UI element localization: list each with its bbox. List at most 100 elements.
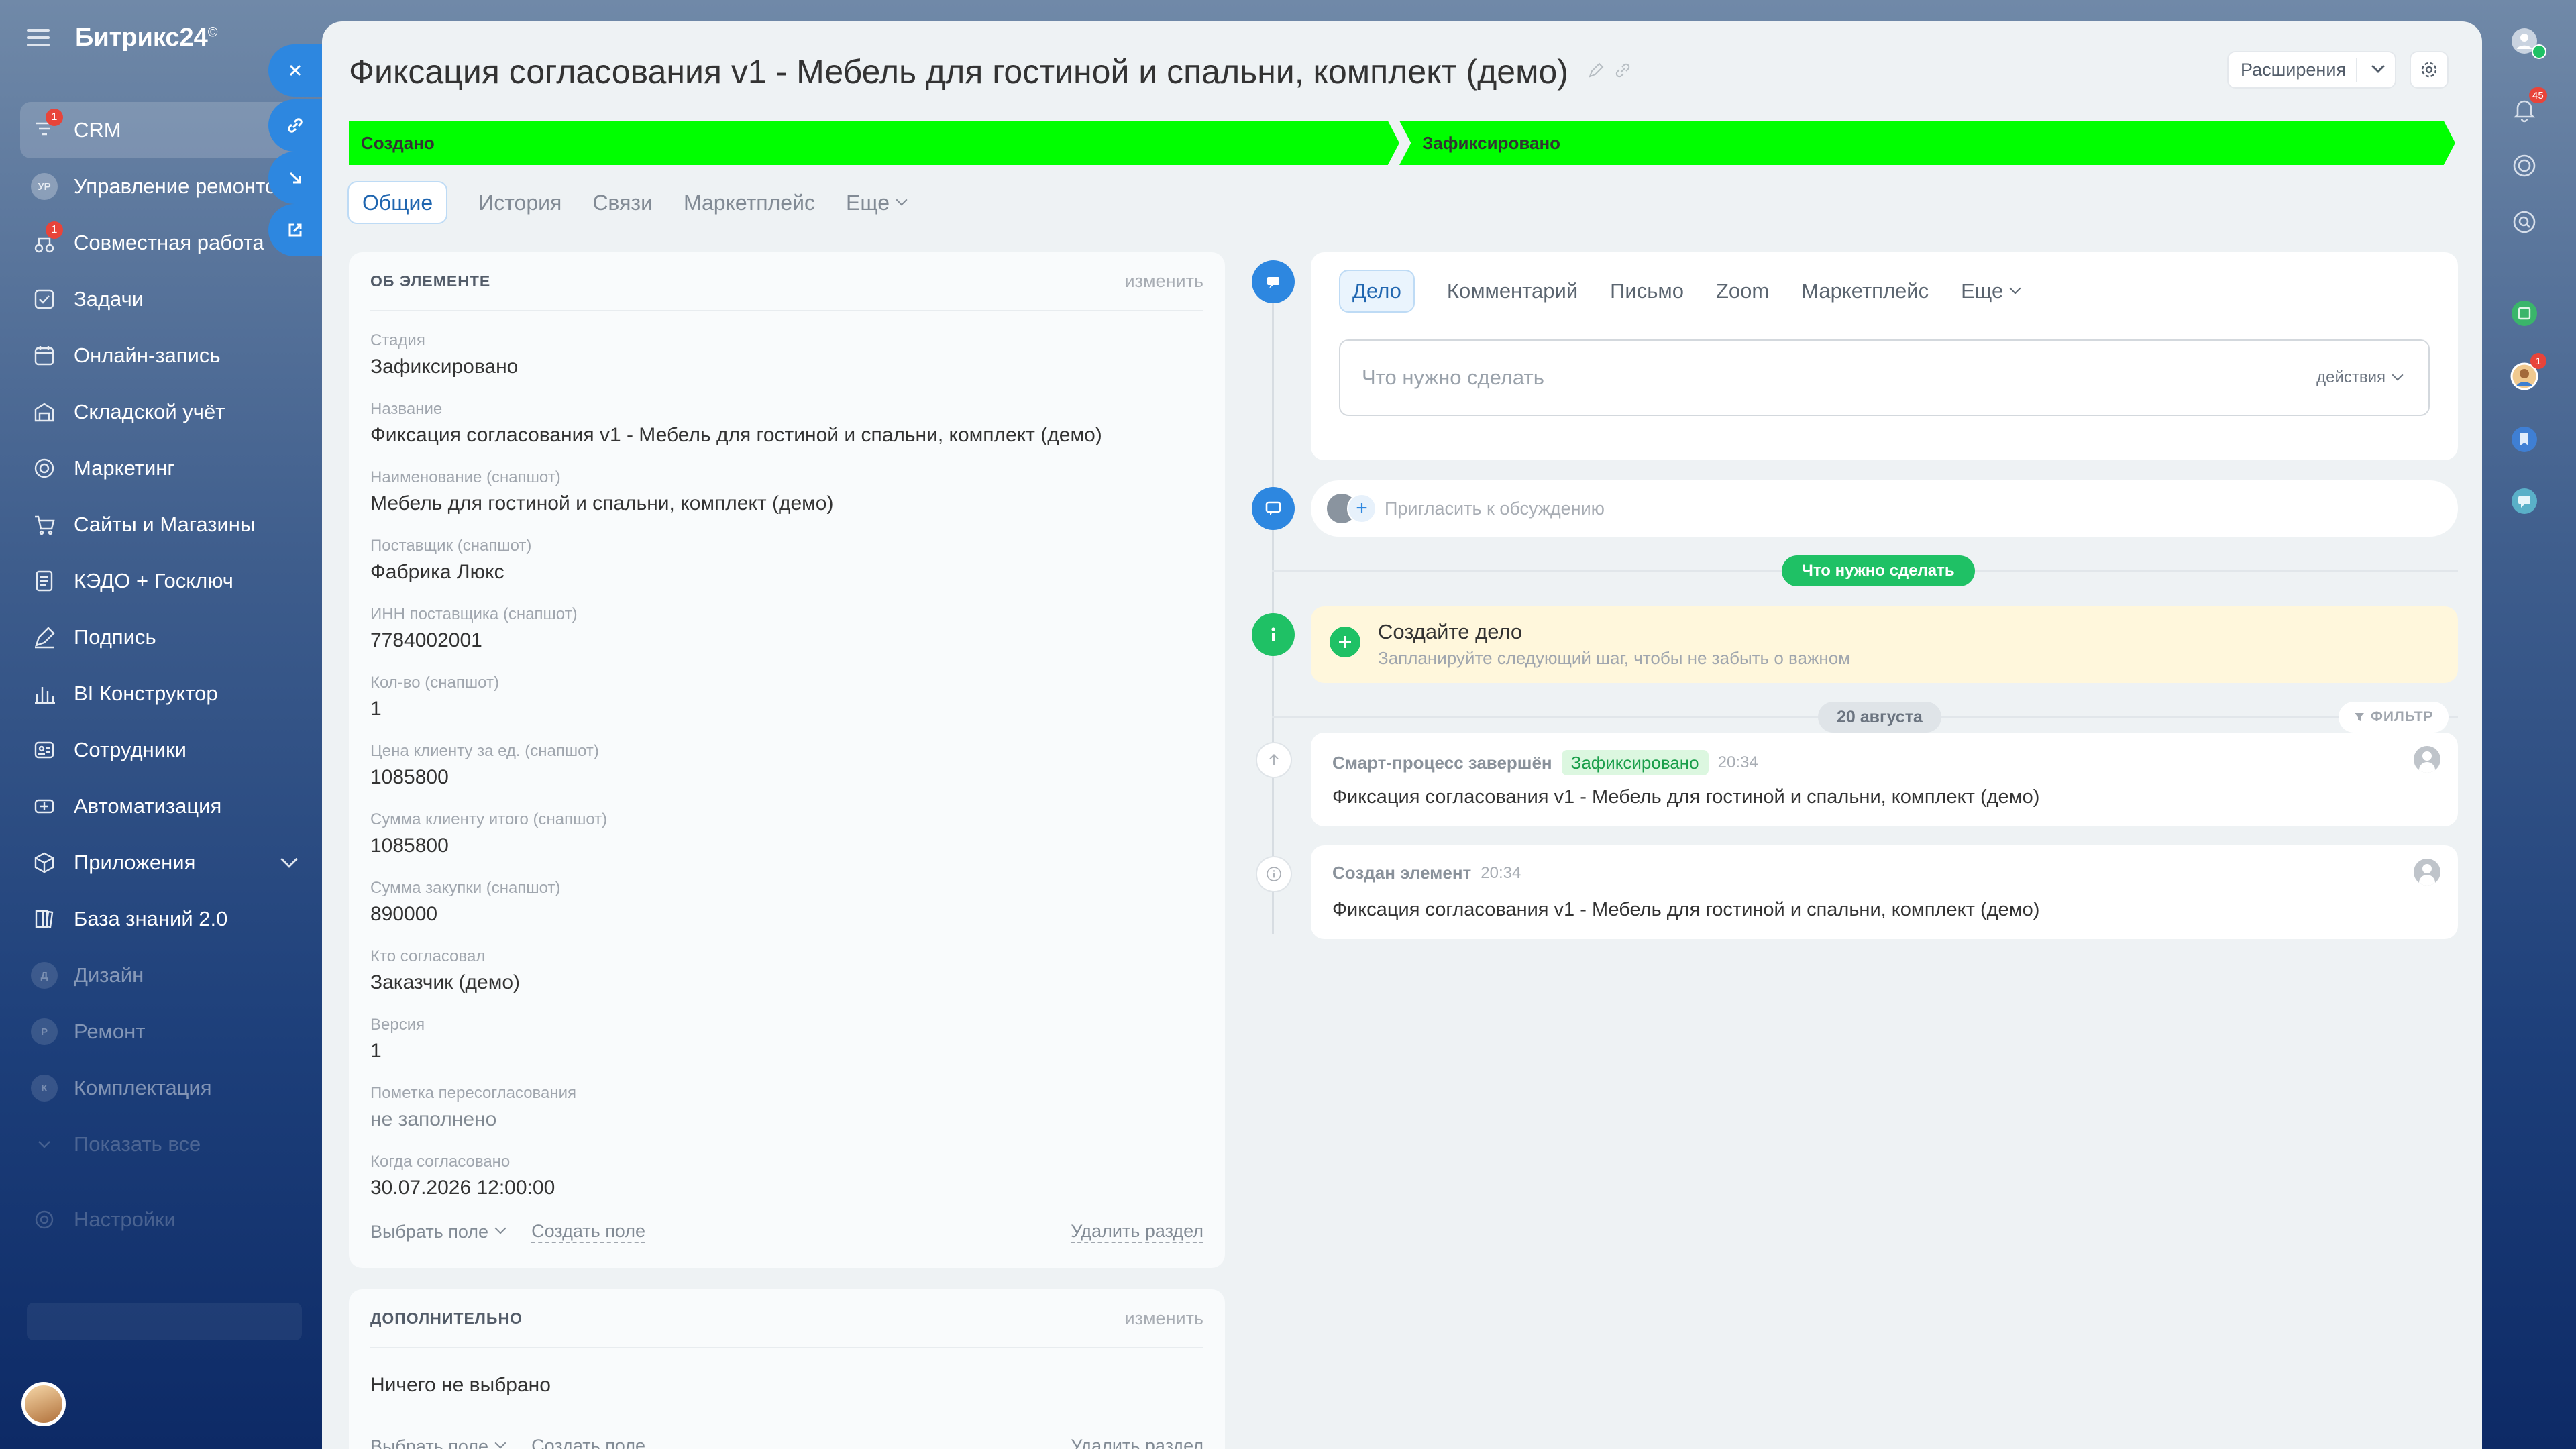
tab-marketplace[interactable]: Маркетплейс: [1801, 270, 1929, 313]
field-supplier[interactable]: Поставщик (снапшот) Фабрика Люкс: [370, 537, 531, 584]
field-label: Стадия: [370, 331, 425, 350]
field-label: Наименование (снапшот): [370, 468, 561, 486]
edit-section-link[interactable]: изменить: [1125, 271, 1203, 292]
tab-task[interactable]: Дело: [1339, 270, 1415, 313]
tab-history[interactable]: История: [478, 181, 561, 224]
field-label: ИНН поставщика (снапшот): [370, 605, 578, 623]
tab-marketplace[interactable]: Маркетплейс: [684, 181, 815, 224]
messenger-icon[interactable]: [2506, 483, 2542, 519]
sidebar-item-applications[interactable]: Приложения: [20, 835, 309, 891]
filter-button[interactable]: ФИЛЬТР: [2339, 702, 2449, 733]
bar-chart-icon: [31, 680, 58, 707]
menu-icon[interactable]: [27, 29, 50, 46]
sidebar-item-label: Ремонт: [74, 1020, 146, 1043]
invite-discussion-input[interactable]: + Пригласить к обсуждению: [1311, 480, 2458, 537]
sidebar-settings[interactable]: Настройки: [20, 1191, 309, 1248]
select-field-button[interactable]: Выбрать поле: [370, 1222, 506, 1242]
tab-more[interactable]: Еще: [1961, 270, 2021, 313]
notification-badge: 1: [46, 221, 63, 239]
tab-more[interactable]: Еще: [846, 181, 908, 224]
field-stage[interactable]: Стадия Зафиксировано: [370, 331, 518, 378]
bookmark-icon[interactable]: [2506, 421, 2542, 458]
sidebar-item-label: Маркетинг: [74, 456, 175, 480]
green-app-icon[interactable]: [2506, 295, 2542, 331]
select-field-label: Выбрать поле: [370, 1222, 489, 1242]
field-version[interactable]: Версия 1: [370, 1016, 425, 1063]
sidebar-item-repair-management[interactable]: УР Управление ремонто...: [20, 158, 309, 215]
sidebar-item-sites-shops[interactable]: Сайты и Магазины: [20, 496, 309, 553]
delete-section-link[interactable]: Удалить раздел: [1071, 1221, 1203, 1243]
sidebar-item-knowledge-base[interactable]: База знаний 2.0: [20, 891, 309, 947]
sidebar-item-crm[interactable]: 1 CRM: [20, 102, 309, 158]
open-new-window-button[interactable]: [268, 204, 322, 256]
sidebar-item-bi-builder[interactable]: BI Конструктор: [20, 665, 309, 722]
create-field-link[interactable]: Создать поле: [531, 1436, 645, 1449]
copy-link-button[interactable]: [268, 99, 322, 152]
sidebar-item-tasks[interactable]: Задачи: [20, 271, 309, 327]
sidebar-item-booking[interactable]: Онлайн-запись: [20, 327, 309, 384]
sidebar-item-label: CRM: [74, 118, 121, 142]
field-approved-by[interactable]: Кто согласовал Заказчик (демо): [370, 947, 520, 994]
field-total-price[interactable]: Сумма клиенту итого (снапшот) 1085800: [370, 810, 607, 857]
sidebar-item-sign[interactable]: Подпись: [20, 609, 309, 665]
field-product-name[interactable]: Наименование (снапшот) Мебель для гостино…: [370, 468, 833, 515]
author-avatar[interactable]: [2414, 746, 2440, 773]
sidebar-item-employees[interactable]: Сотрудники: [20, 722, 309, 778]
sidebar-item-kedo[interactable]: КЭДО + Госключ: [20, 553, 309, 609]
actions-dropdown[interactable]: действия: [2316, 368, 2404, 387]
tab-zoom[interactable]: Zoom: [1716, 270, 1769, 313]
info-outline-icon: [1256, 856, 1292, 892]
document-icon: [31, 568, 58, 594]
gear-icon: [2421, 62, 2437, 78]
select-field-button[interactable]: Выбрать поле: [370, 1436, 506, 1449]
activity-icon: [1252, 260, 1295, 303]
history-item-time: 20:34: [1717, 753, 1758, 771]
tab-email[interactable]: Письмо: [1610, 270, 1684, 313]
extensions-dropdown[interactable]: Расширения: [2227, 51, 2396, 89]
field-name[interactable]: Название Фиксация согласования v1 - Мебел…: [370, 400, 1102, 447]
sidebar-item-warehouse[interactable]: Складской учёт: [20, 384, 309, 440]
field-unit-price[interactable]: Цена клиенту за ед. (снапшот) 1085800: [370, 742, 599, 789]
field-value: 890000: [370, 903, 438, 925]
minimize-slider-button[interactable]: [268, 152, 322, 204]
author-avatar[interactable]: [2414, 859, 2440, 885]
sidebar-item-design[interactable]: Д Дизайн: [20, 947, 309, 1004]
search-chat-icon[interactable]: [2506, 204, 2542, 240]
history-item-text[interactable]: Фиксация согласования v1 - Мебель для го…: [1332, 786, 2039, 808]
chevron-down-icon: [2009, 282, 2021, 294]
tab-comment[interactable]: Комментарий: [1447, 270, 1578, 313]
sidebar-show-all[interactable]: Показать все: [20, 1116, 309, 1173]
field-quantity[interactable]: Кол-во (снапшот) 1: [370, 674, 499, 720]
user-avatar[interactable]: [21, 1382, 66, 1426]
stage-fixed[interactable]: Зафиксировано: [1399, 121, 2455, 165]
stage-created[interactable]: Создано: [349, 121, 1399, 165]
page-title: Фиксация согласования v1 - Мебель для го…: [349, 53, 1568, 91]
delete-section-link[interactable]: Удалить раздел: [1071, 1436, 1203, 1449]
create-field-link[interactable]: Создать поле: [531, 1221, 646, 1243]
sidebar-item-automation[interactable]: Автоматизация: [20, 778, 309, 835]
close-slider-button[interactable]: [268, 44, 322, 97]
history-item-text[interactable]: Фиксация согласования v1 - Мебель для го…: [1332, 899, 2039, 921]
tab-general[interactable]: Общие: [347, 181, 448, 224]
sidebar-item-collaboration[interactable]: 1 Совместная работа: [20, 215, 309, 271]
copilot-icon[interactable]: [2506, 148, 2542, 184]
section-header: ОБ ЭЛЕМЕНТЕ изменить: [370, 252, 1203, 311]
field-supplier-inn[interactable]: ИНН поставщика (снапшот) 7784002001: [370, 605, 578, 652]
edit-title-icon[interactable]: [1587, 62, 1605, 79]
edit-section-link[interactable]: изменить: [1125, 1308, 1203, 1329]
field-reapproval-note[interactable]: Пометка пересогласования не заполнено: [370, 1084, 576, 1131]
link-icon[interactable]: [1614, 62, 1631, 79]
sidebar-item-marketing[interactable]: Маркетинг: [20, 440, 309, 496]
field-purchase-sum[interactable]: Сумма закупки (снапшот) 890000: [370, 879, 560, 926]
tab-relations[interactable]: Связи: [592, 181, 653, 224]
chevron-down-icon[interactable]: [280, 851, 298, 868]
settings-button[interactable]: [2410, 51, 2449, 89]
field-approved-at[interactable]: Когда согласовано 30.07.2026 12:00:00: [370, 1152, 555, 1199]
sidebar-item-repair[interactable]: Р Ремонт: [20, 1004, 309, 1060]
bitrix24-logo[interactable]: Битрикс24©: [75, 23, 218, 52]
sidebar-item-equipment[interactable]: К Комплектация: [20, 1060, 309, 1116]
todo-input[interactable]: Что нужно сделать действия: [1339, 339, 2430, 416]
sidebar-footer-button[interactable]: [27, 1303, 302, 1340]
plus-icon[interactable]: [1330, 627, 1360, 657]
create-task-hint[interactable]: Создайте дело Запланируйте следующий шаг…: [1311, 606, 2458, 683]
